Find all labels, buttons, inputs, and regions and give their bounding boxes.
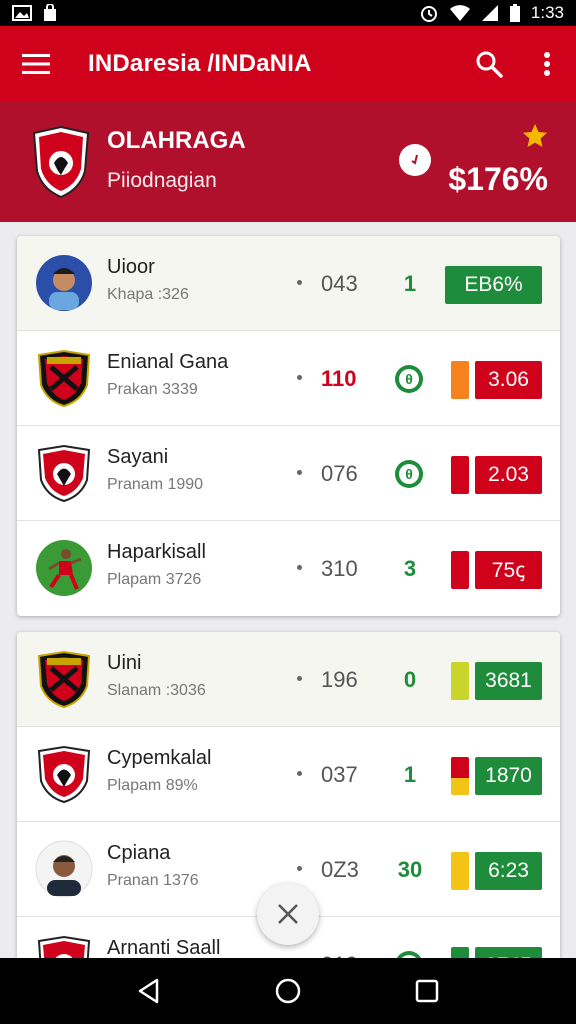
item-value: 310 <box>321 556 358 581</box>
close-fab-button[interactable] <box>257 883 319 945</box>
item-name: Enianal Gana <box>107 351 229 373</box>
app-bar: INDaresia /INDaNIA <box>0 26 576 101</box>
wifi-icon <box>449 5 470 21</box>
list-item[interactable]: Uini Slanam :3036 196 0 3681 <box>17 632 560 727</box>
bullet-dot <box>297 866 302 871</box>
item-subtitle: Prakan 3339 <box>107 381 198 398</box>
item-score: 3 <box>403 556 417 581</box>
header-value: $176% <box>448 161 548 197</box>
close-icon <box>278 904 298 924</box>
item-name: Uini <box>107 652 142 674</box>
team-crest <box>35 745 93 804</box>
item-subtitle: Plapam 89% <box>107 777 198 794</box>
item-value: 110 <box>321 366 357 391</box>
score-symbol: θ <box>399 369 419 389</box>
signal-icon <box>481 5 498 21</box>
more-options-icon[interactable] <box>518 26 576 101</box>
status-flag <box>451 852 469 890</box>
item-score: 1 <box>403 762 417 787</box>
search-icon[interactable] <box>460 26 518 101</box>
league-header: OLAHRAGA Piiodnagian $176% <box>0 101 576 222</box>
item-subtitle: Slanam :3036 <box>107 682 206 699</box>
shopping-bag-notification-icon <box>44 4 56 21</box>
bullet-dot <box>297 771 302 776</box>
status-flag <box>451 551 469 589</box>
status-time: 1:33 <box>530 3 564 22</box>
bullet-dot <box>297 676 302 681</box>
player-avatar <box>35 254 93 312</box>
player-avatar <box>35 539 93 597</box>
item-name: Sayani <box>107 446 169 468</box>
status-flag <box>451 456 469 494</box>
team-crest <box>35 650 93 709</box>
team-crest <box>35 444 93 503</box>
value-chip[interactable]: 3681 <box>475 662 542 700</box>
star-icon[interactable] <box>522 123 548 149</box>
back-icon[interactable] <box>119 961 179 1021</box>
team-crest-logo <box>30 125 92 199</box>
value-chip[interactable]: 75ꞔ <box>475 551 542 589</box>
item-value: 076 <box>321 461 358 486</box>
menu-icon[interactable] <box>0 26 72 101</box>
list-item[interactable]: Haparkisall Plapam 3726 310 3 75ꞔ <box>17 521 560 616</box>
list-item[interactable]: Uioor Khapa :326 043 1 EB6% <box>17 236 560 331</box>
list-item[interactable]: Sayani Pranam 1990 076 θ 2.03 <box>17 426 560 521</box>
item-value: 043 <box>321 271 358 296</box>
list-item[interactable]: Cypemkalal Plapam 89% 037 1 1870 <box>17 727 560 822</box>
item-name: Uioor <box>107 256 155 278</box>
score-symbol: θ <box>399 464 419 484</box>
item-score: 30 <box>397 857 423 882</box>
item-score: 1 <box>403 271 417 296</box>
clock-badge-icon[interactable] <box>399 144 431 176</box>
list-item[interactable]: Enianal Gana Prakan 3339 110 θ 3.06 <box>17 331 560 426</box>
system-nav-bar <box>0 958 576 1024</box>
value-chip[interactable]: EB6% <box>445 266 542 304</box>
item-score: θ <box>395 365 423 393</box>
standings-card-1: Uioor Khapa :326 043 1 EB6% Enianal Gana Praka… <box>17 236 560 616</box>
status-flag <box>451 662 469 700</box>
item-score: θ <box>395 460 423 488</box>
bullet-dot <box>297 375 302 380</box>
item-name: Arnanti Saall <box>107 937 221 959</box>
item-name: Cypemkalal <box>107 747 212 769</box>
battery-icon <box>509 4 520 22</box>
recents-icon[interactable] <box>397 961 457 1021</box>
item-value: 0Z3 <box>321 857 359 882</box>
header-subtitle: Piiodnagian <box>107 169 217 192</box>
item-subtitle: Khapa :326 <box>107 286 189 303</box>
value-chip[interactable]: 2.03 <box>475 456 542 494</box>
status-flag <box>451 757 469 795</box>
app-title: INDaresia /INDaNIA <box>88 49 312 77</box>
bullet-dot <box>297 565 302 570</box>
value-chip[interactable]: 3.06 <box>475 361 542 399</box>
item-name: Cpiana <box>107 842 171 864</box>
value-chip[interactable]: 6:23 <box>475 852 542 890</box>
item-name: Haparkisall <box>107 541 206 563</box>
team-crest <box>35 349 93 408</box>
item-subtitle: Pranan 1376 <box>107 872 199 889</box>
header-title: OLAHRAGA <box>107 127 246 154</box>
item-value: 037 <box>321 762 358 787</box>
item-subtitle: Plapam 3726 <box>107 571 202 588</box>
player-avatar <box>35 840 93 898</box>
status-flag <box>451 361 469 399</box>
status-bar: 1:33 <box>0 0 576 26</box>
gallery-notification-icon <box>12 5 32 21</box>
bullet-dot <box>297 470 302 475</box>
value-chip[interactable]: 1870 <box>475 757 542 795</box>
item-score: 0 <box>403 667 417 692</box>
alarm-icon <box>420 6 437 22</box>
home-icon[interactable] <box>258 961 318 1021</box>
bullet-dot <box>297 280 302 285</box>
standings-card-2: Uini Slanam :3036 196 0 3681 Cypemkalal Plapam… <box>17 632 560 1012</box>
item-value: 196 <box>321 667 358 692</box>
item-subtitle: Pranam 1990 <box>107 476 204 493</box>
